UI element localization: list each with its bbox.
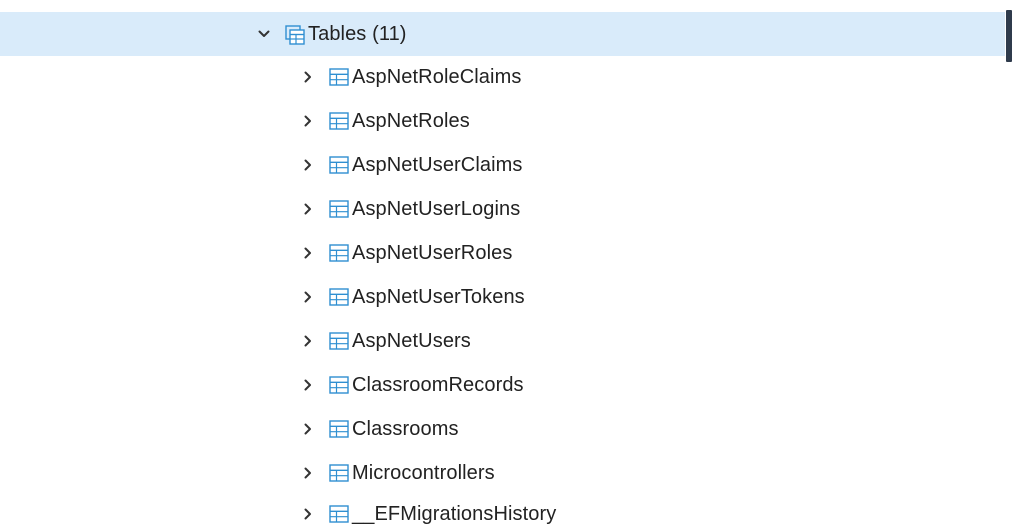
tree-item-table[interactable]: __EFMigrationsHistory: [0, 495, 1005, 532]
chevron-right-icon[interactable]: [301, 246, 315, 260]
tree-item-label: AspNetUserTokens: [352, 286, 525, 308]
chevron-right-icon[interactable]: [301, 202, 315, 216]
table-icon: [329, 112, 349, 130]
tree-item-table[interactable]: ClassroomRecords: [0, 363, 1005, 407]
chevron-right-icon[interactable]: [301, 378, 315, 392]
tree-item-table[interactable]: AspNetRoleClaims: [0, 55, 1005, 99]
chevron-right-icon[interactable]: [301, 334, 315, 348]
tree-item-table[interactable]: AspNetUserTokens: [0, 275, 1005, 319]
tree-item-table[interactable]: AspNetUserClaims: [0, 143, 1005, 187]
scrollbar-thumb[interactable]: [1006, 10, 1012, 62]
tree-item-table[interactable]: AspNetUserRoles: [0, 231, 1005, 275]
tree-item-table[interactable]: AspNetUsers: [0, 319, 1005, 363]
chevron-right-icon[interactable]: [301, 70, 315, 84]
object-explorer-tree: Tables (11) AspNetRoleClaims AspNetRoles…: [0, 0, 1027, 532]
table-icon: [329, 68, 349, 86]
table-icon: [329, 420, 349, 438]
table-icon: [329, 288, 349, 306]
tree-item-table[interactable]: AspNetUserLogins: [0, 187, 1005, 231]
chevron-right-icon[interactable]: [301, 422, 315, 436]
tree-item-label: AspNetRoles: [352, 110, 470, 132]
tree-item-label: Microcontrollers: [352, 462, 495, 484]
scrollbar-track[interactable]: [1003, 0, 1027, 532]
table-icon: [329, 156, 349, 174]
table-icon: [329, 244, 349, 262]
chevron-down-icon[interactable]: [257, 27, 271, 41]
chevron-right-icon[interactable]: [301, 466, 315, 480]
tree-item-label: AspNetUserRoles: [352, 242, 513, 264]
tree-item-table[interactable]: AspNetRoles: [0, 99, 1005, 143]
tree-node-label: Tables (11): [308, 23, 407, 45]
table-icon: [329, 200, 349, 218]
table-icon: [329, 332, 349, 350]
chevron-right-icon[interactable]: [301, 158, 315, 172]
tree-item-label: AspNetUserClaims: [352, 154, 523, 176]
table-icon: [329, 376, 349, 394]
chevron-right-icon[interactable]: [301, 114, 315, 128]
tree-item-table[interactable]: Classrooms: [0, 407, 1005, 451]
tree-item-table[interactable]: Microcontrollers: [0, 451, 1005, 495]
tree-item-label: ClassroomRecords: [352, 374, 524, 396]
tree-node-tables[interactable]: Tables (11): [0, 12, 1005, 56]
chevron-right-icon[interactable]: [301, 507, 315, 521]
chevron-right-icon[interactable]: [301, 290, 315, 304]
tree-item-label: AspNetUserLogins: [352, 198, 521, 220]
table-icon: [329, 464, 349, 482]
tree-item-label: AspNetRoleClaims: [352, 66, 522, 88]
tree-item-label: Classrooms: [352, 418, 459, 440]
tree-item-label: AspNetUsers: [352, 330, 471, 352]
tree-item-label: __EFMigrationsHistory: [352, 502, 557, 525]
table-icon: [329, 504, 349, 523]
tables-group-icon: [285, 25, 305, 45]
